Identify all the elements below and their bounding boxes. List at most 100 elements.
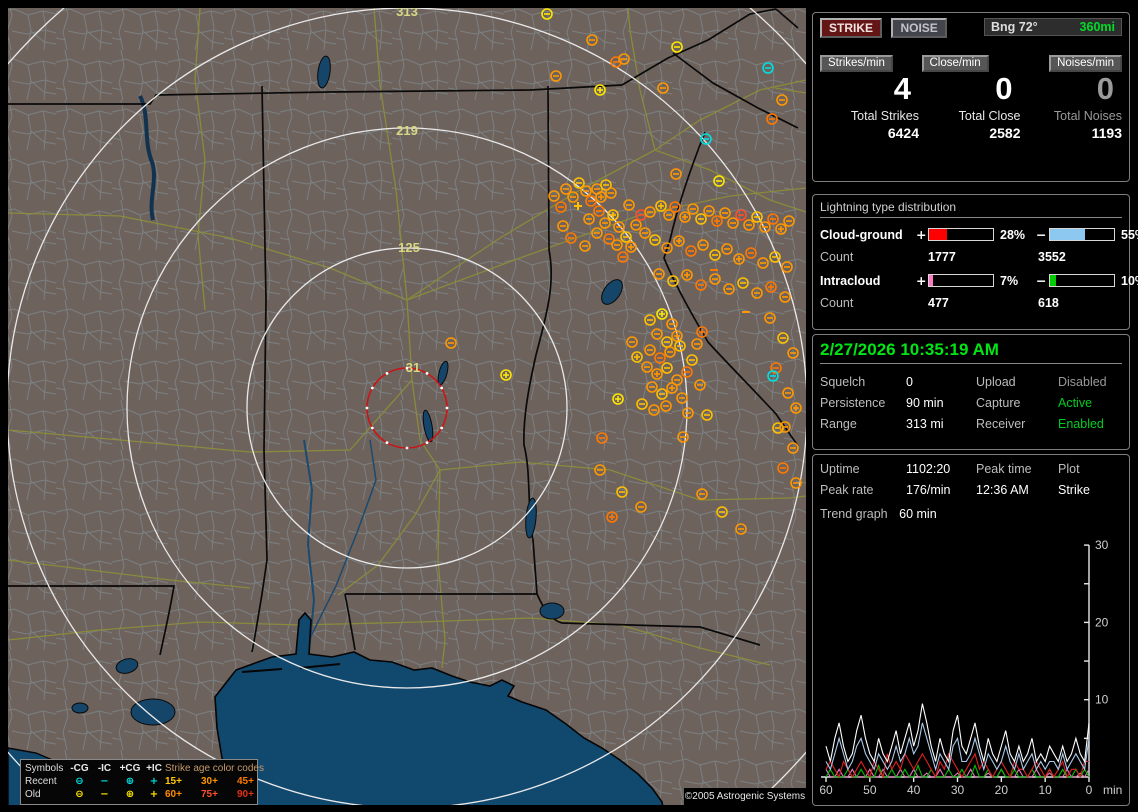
legend-header: +IC — [146, 763, 162, 774]
persistence-label: Persistence — [820, 396, 886, 410]
ic-negative-bar — [1049, 274, 1115, 287]
plot-value: Strike — [1058, 483, 1090, 497]
cg-negative-bar — [1049, 228, 1115, 241]
close-per-min-button[interactable]: Close/min — [921, 55, 989, 72]
capture-label: Capture — [976, 396, 1021, 410]
bearing-label: Bng 72° — [991, 20, 1038, 34]
distribution-box: Lightning type distribution Cloud-ground… — [812, 194, 1138, 330]
map-canvas[interactable]: 313 219 125 31 Symbols -CG -IC +CG +IC Strike ag… — [8, 8, 806, 805]
peak-time-label: Peak time — [976, 462, 1032, 476]
total-close-label: Total Close — [958, 109, 1021, 123]
close-per-min-column: Close/min 0 Total Close 2582 — [921, 55, 1021, 141]
minus-sign: − — [1036, 273, 1047, 288]
legend-symbol: + — [149, 776, 159, 787]
age-code-label: 45+ — [237, 776, 254, 787]
age-code-label: 90+ — [237, 789, 254, 800]
cg-negative-pct: 55% — [1121, 227, 1138, 242]
age-code-label: 60+ — [165, 789, 182, 800]
total-strikes-value: 6424 — [887, 125, 919, 141]
strikes-per-min-button[interactable]: Strikes/min — [820, 55, 893, 72]
age-code-label: 15+ — [165, 776, 182, 787]
datetime-display: 2/27/2026 10:35:19 AM — [820, 340, 1122, 364]
trend-graph-label: Trend graph — [820, 507, 888, 521]
minus-sign: − — [1036, 227, 1047, 242]
total-close-value: 2582 — [989, 125, 1021, 141]
receiver-label: Receiver — [976, 417, 1026, 431]
total-noises-value: 1193 — [1091, 125, 1122, 141]
cloud-ground-label: Cloud-ground — [820, 227, 903, 242]
legend-symbol: ⊕ — [125, 776, 135, 787]
legend-symbol: ⊖ — [75, 789, 84, 800]
cg-positive-bar — [928, 228, 994, 241]
ring-label-31: 31 — [406, 360, 420, 375]
close-per-min-value: 0 — [995, 71, 1013, 106]
legend-header: -IC — [97, 763, 112, 774]
cloud-ground-count-row: Count 1777 3552 — [820, 250, 1122, 264]
ring-label-219: 219 — [396, 123, 418, 138]
squelch-value: 0 — [906, 375, 913, 389]
age-code-label: 30+ — [201, 776, 218, 787]
noises-per-min-button[interactable]: Noises/min — [1049, 55, 1122, 72]
copyright-label: ©2005 Astrogenic Systems — [684, 788, 806, 805]
strikes-per-min-value: 4 — [893, 71, 911, 106]
trend-x-tick-label: 0 — [1086, 783, 1093, 797]
ring-label-125: 125 — [398, 240, 420, 255]
legend-row-label: Old — [25, 789, 41, 800]
range-value: 313 mi — [906, 417, 944, 431]
uptime-label: Uptime — [820, 462, 860, 476]
trend-x-tick-label: 20 — [995, 783, 1009, 797]
ic-negative-pct: 10% — [1121, 273, 1138, 288]
peak-time-value: 12:36 AM — [976, 483, 1029, 497]
strike-mode-button[interactable]: STRIKE — [820, 18, 883, 38]
map-svg: 313 219 125 31 — [8, 8, 806, 805]
ic-positive-pct: 7% — [1000, 273, 1019, 288]
legend-symbol: ⊖ — [75, 776, 84, 787]
cg-negative-count: 3552 — [1038, 250, 1066, 264]
trend-box: Uptime 1102:20 Peak time Plot Peak rate … — [812, 454, 1130, 806]
legend-symbol: ⊕ — [125, 789, 135, 800]
ic-negative-count: 618 — [1038, 296, 1059, 310]
squelch-label: Squelch — [820, 375, 866, 389]
status-box: 2/27/2026 10:35:19 AM Squelch 0 Upload D… — [812, 334, 1130, 450]
ic-positive-count: 477 — [928, 296, 949, 310]
age-code-label: 75+ — [201, 789, 218, 800]
ring-label-313: 313 — [396, 8, 418, 19]
legend-symbol: + — [149, 789, 159, 800]
trend-y-tick-label: 30 — [1095, 538, 1109, 552]
peak-rate-value: 176/min — [906, 483, 951, 497]
plus-sign: + — [916, 273, 927, 288]
trend-graph-period: 60 min — [899, 507, 937, 521]
count-label: Count — [820, 296, 854, 310]
noises-per-min-column: Noises/min 0 Total Noises 1193 — [1023, 55, 1122, 141]
trend-series-ic-negative — [825, 763, 1090, 779]
noise-mode-button[interactable]: NOISE — [891, 18, 947, 38]
trend-x-tick-label: 10 — [1038, 783, 1052, 797]
total-strikes-label: Total Strikes — [850, 109, 919, 123]
trend-x-tick-label: 50 — [863, 783, 877, 797]
capture-status: Active — [1058, 396, 1093, 410]
noises-per-min-value: 0 — [1096, 71, 1114, 106]
trend-y-tick-label: 20 — [1095, 615, 1109, 629]
persistence-value: 90 min — [906, 396, 944, 410]
rates-box: STRIKE NOISE Bng 72° 360mi Strikes/min 4… — [812, 12, 1130, 182]
trend-x-tick-label: 30 — [951, 783, 965, 797]
trend-x-tick-label: 60 — [819, 783, 833, 797]
peak-rate-label: Peak rate — [820, 483, 874, 497]
age-codes-header: Strike age color codes — [165, 763, 264, 774]
trend-x-axis-unit: min — [1103, 783, 1122, 797]
legend-header: Symbols — [25, 763, 64, 774]
map-legend: Symbols -CG -IC +CG +IC Strike age color code… — [20, 759, 264, 805]
ic-positive-bar — [928, 274, 994, 287]
trend-x-tick-label: 40 — [907, 783, 921, 797]
upload-label: Upload — [976, 375, 1016, 389]
trend-y-tick-label: 10 — [1095, 693, 1109, 707]
intracloud-label: Intracloud — [820, 273, 881, 288]
distribution-header: Lightning type distribution — [820, 200, 1122, 218]
legend-row-label: Recent — [25, 776, 57, 787]
legend-symbol: − — [100, 789, 109, 800]
legend-header: -CG — [70, 763, 89, 774]
total-noises-label: Total Noises — [1053, 109, 1122, 123]
cg-positive-pct: 28% — [1000, 227, 1026, 242]
cg-positive-count: 1777 — [928, 250, 956, 264]
side-panel: STRIKE NOISE Bng 72° 360mi Strikes/min 4… — [810, 8, 1138, 806]
